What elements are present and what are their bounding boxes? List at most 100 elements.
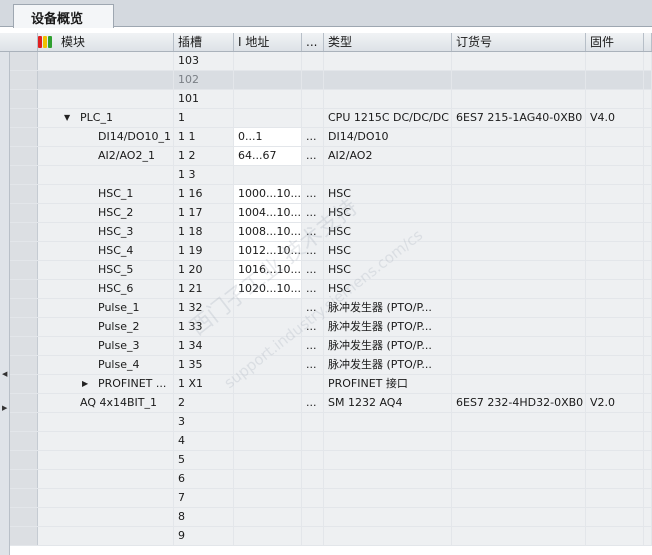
row-selector[interactable] bbox=[10, 280, 38, 298]
cell-order-no[interactable] bbox=[452, 489, 586, 507]
triangle-down-icon[interactable]: ▼ bbox=[64, 109, 70, 127]
cell-module[interactable]: HSC_6 bbox=[38, 280, 174, 298]
cell-extra[interactable] bbox=[644, 223, 652, 241]
cell-i-addr[interactable] bbox=[234, 375, 302, 393]
cell-q-addr[interactable] bbox=[302, 527, 324, 545]
cell-firmware[interactable] bbox=[586, 52, 644, 70]
cell-extra[interactable] bbox=[644, 204, 652, 222]
cell-firmware[interactable] bbox=[586, 527, 644, 545]
cell-type[interactable] bbox=[324, 451, 452, 469]
table-row[interactable]: 8 bbox=[10, 508, 652, 527]
cell-i-addr[interactable] bbox=[234, 508, 302, 526]
cell-module[interactable]: DI14/DO10_1 bbox=[38, 128, 174, 146]
table-row[interactable]: 4 bbox=[10, 432, 652, 451]
cell-firmware[interactable] bbox=[586, 261, 644, 279]
cell-slot[interactable]: 1 17 bbox=[174, 204, 234, 222]
table-row[interactable]: HSC_6 1 21 1020...10...... HSC bbox=[10, 280, 652, 299]
cell-extra[interactable] bbox=[644, 375, 652, 393]
table-row[interactable]: 102 bbox=[10, 71, 652, 90]
table-row[interactable]: 6 bbox=[10, 470, 652, 489]
cell-q-addr[interactable] bbox=[302, 470, 324, 488]
cell-firmware[interactable] bbox=[586, 489, 644, 507]
table-row[interactable]: Pulse_2 1 33... 脉冲发生器 (PTO/P... bbox=[10, 318, 652, 337]
cell-extra[interactable] bbox=[644, 337, 652, 355]
cell-extra[interactable] bbox=[644, 185, 652, 203]
table-row[interactable]: 101 bbox=[10, 90, 652, 109]
cell-order-no[interactable] bbox=[452, 375, 586, 393]
cell-module[interactable] bbox=[38, 470, 174, 488]
cell-order-no[interactable]: 6ES7 232-4HD32-0XB0 bbox=[452, 394, 586, 412]
cell-slot[interactable]: 1 1 bbox=[174, 128, 234, 146]
table-row[interactable]: HSC_5 1 20 1016...10...... HSC bbox=[10, 261, 652, 280]
cell-q-addr[interactable]: ... bbox=[302, 394, 324, 412]
cell-i-addr[interactable] bbox=[234, 432, 302, 450]
row-selector[interactable] bbox=[10, 470, 38, 488]
row-selector[interactable] bbox=[10, 527, 38, 545]
cell-q-addr[interactable] bbox=[302, 432, 324, 450]
table-row[interactable]: DI14/DO10_1 1 1 0...1... DI14/DO10 bbox=[10, 128, 652, 147]
row-selector[interactable] bbox=[10, 394, 38, 412]
cell-q-addr[interactable]: ... bbox=[302, 280, 324, 298]
cell-module[interactable]: Pulse_4 bbox=[38, 356, 174, 374]
cell-i-addr[interactable] bbox=[234, 470, 302, 488]
cell-order-no[interactable] bbox=[452, 432, 586, 450]
cell-i-addr[interactable]: 1000...10... bbox=[234, 185, 302, 203]
cell-extra[interactable] bbox=[644, 90, 652, 108]
cell-i-addr[interactable] bbox=[234, 166, 302, 184]
cell-slot[interactable]: 1 33 bbox=[174, 318, 234, 336]
cell-type[interactable] bbox=[324, 413, 452, 431]
cell-slot[interactable]: 1 35 bbox=[174, 356, 234, 374]
table-row[interactable]: 103 bbox=[10, 52, 652, 71]
cell-extra[interactable] bbox=[644, 242, 652, 260]
cell-order-no[interactable] bbox=[452, 261, 586, 279]
row-selector[interactable] bbox=[10, 451, 38, 469]
cell-extra[interactable] bbox=[644, 71, 652, 89]
cell-q-addr[interactable] bbox=[302, 71, 324, 89]
cell-q-addr[interactable]: ... bbox=[302, 337, 324, 355]
row-selector[interactable] bbox=[10, 90, 38, 108]
cell-extra[interactable] bbox=[644, 299, 652, 317]
table-row[interactable]: HSC_3 1 18 1008...10...... HSC bbox=[10, 223, 652, 242]
column-header-i-address[interactable]: I 地址 bbox=[234, 33, 302, 51]
table-row[interactable]: HSC_1 1 16 1000...10...... HSC bbox=[10, 185, 652, 204]
cell-slot[interactable]: 1 16 bbox=[174, 185, 234, 203]
cell-firmware[interactable]: V2.0 bbox=[586, 394, 644, 412]
cell-q-addr[interactable]: ... bbox=[302, 356, 324, 374]
table-row[interactable]: AI2/AO2_1 1 2 64...67... AI2/AO2 bbox=[10, 147, 652, 166]
cell-type[interactable] bbox=[324, 166, 452, 184]
cell-type[interactable] bbox=[324, 470, 452, 488]
cell-module[interactable]: ▼ PLC_1 bbox=[38, 109, 174, 127]
cell-firmware[interactable] bbox=[586, 299, 644, 317]
cell-q-addr[interactable] bbox=[302, 451, 324, 469]
cell-module[interactable] bbox=[38, 508, 174, 526]
table-row[interactable]: Pulse_4 1 35... 脉冲发生器 (PTO/P... bbox=[10, 356, 652, 375]
cell-module[interactable]: HSC_4 bbox=[38, 242, 174, 260]
cell-type[interactable] bbox=[324, 90, 452, 108]
table-row[interactable]: ▼ PLC_1 1 CPU 1215C DC/DC/DC 6ES7 215-1AG40-… bbox=[10, 109, 652, 128]
cell-order-no[interactable] bbox=[452, 299, 586, 317]
cell-q-addr[interactable]: ... bbox=[302, 261, 324, 279]
table-row[interactable]: 3 bbox=[10, 413, 652, 432]
cell-extra[interactable] bbox=[644, 413, 652, 431]
cell-i-addr[interactable] bbox=[234, 318, 302, 336]
row-selector[interactable] bbox=[10, 52, 38, 70]
row-selector[interactable] bbox=[10, 508, 38, 526]
row-selector[interactable] bbox=[10, 356, 38, 374]
cell-type[interactable] bbox=[324, 432, 452, 450]
table-row[interactable]: 5 bbox=[10, 451, 652, 470]
cell-firmware[interactable] bbox=[586, 71, 644, 89]
cell-module[interactable] bbox=[38, 527, 174, 545]
row-selector[interactable] bbox=[10, 242, 38, 260]
cell-order-no[interactable] bbox=[452, 128, 586, 146]
cell-order-no[interactable] bbox=[452, 280, 586, 298]
cell-order-no[interactable] bbox=[452, 223, 586, 241]
cell-order-no[interactable] bbox=[452, 166, 586, 184]
cell-type[interactable] bbox=[324, 52, 452, 70]
cell-order-no[interactable] bbox=[452, 52, 586, 70]
cell-extra[interactable] bbox=[644, 394, 652, 412]
cell-type[interactable]: HSC bbox=[324, 261, 452, 279]
triangle-right-icon[interactable]: ▶ bbox=[82, 375, 88, 393]
cell-slot[interactable]: 1 20 bbox=[174, 261, 234, 279]
cell-extra[interactable] bbox=[644, 318, 652, 336]
cell-module[interactable]: AI2/AO2_1 bbox=[38, 147, 174, 165]
